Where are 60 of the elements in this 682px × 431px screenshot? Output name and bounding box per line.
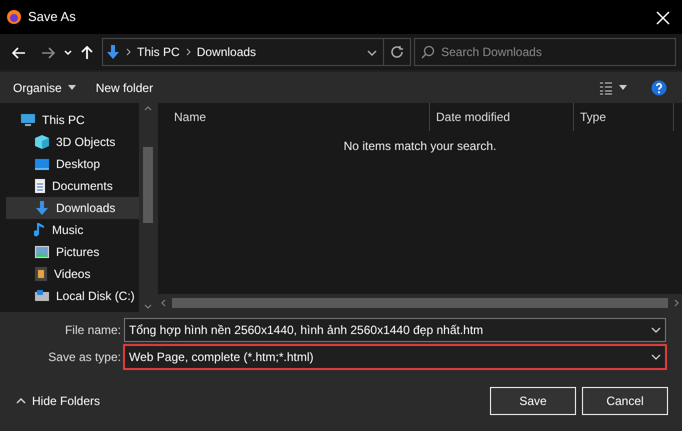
list-view-icon — [599, 80, 613, 94]
refresh-icon[interactable] — [390, 45, 404, 59]
field-label: Save as type: — [47, 349, 122, 366]
chevron-right-icon — [126, 48, 131, 56]
download-arrow-icon — [34, 200, 50, 216]
picture-icon — [34, 245, 50, 259]
dropdown-field[interactable]: Web Page, complete (*.htm;*.html) — [124, 345, 666, 369]
chevron-down-icon[interactable] — [367, 50, 378, 56]
chevron-down-icon — [64, 50, 72, 56]
dialog-button[interactable]: Save — [490, 387, 576, 415]
scroll-left-icon — [161, 299, 166, 307]
sidebar-item[interactable]: 3D Objects — [6, 131, 139, 153]
search-field[interactable]: Search Downloads — [414, 38, 676, 66]
search-icon — [421, 45, 436, 59]
close-icon — [656, 11, 670, 26]
chevron-down-icon — [651, 327, 661, 333]
sidebar-item[interactable]: This PC — [6, 109, 139, 131]
scroll-down-icon — [144, 304, 152, 309]
empty-message: No items match your search. — [344, 139, 496, 153]
dropdown-field[interactable]: Tổng hợp hình nền 2560x1440, hình ảnh 2560x1440 đẹp nhất.htm — [124, 318, 666, 342]
browser-logo-icon — [6, 9, 22, 25]
chevron-up-icon — [16, 398, 26, 404]
cube-icon — [34, 134, 50, 150]
column-header[interactable]: Date modified — [430, 103, 574, 131]
help-icon — [651, 80, 667, 96]
caret-icon — [68, 85, 76, 90]
scroll-up-icon — [144, 106, 152, 111]
scroll-right-icon — [674, 299, 679, 307]
sidebar-item[interactable]: Documents — [6, 175, 139, 197]
sidebar-item[interactable]: Videos — [6, 263, 139, 285]
caret-icon — [619, 85, 627, 90]
hide-folders-button[interactable]: Hide Folders — [6, 392, 110, 410]
window-title: Save As — [28, 8, 76, 26]
column-header[interactable]: Name — [168, 103, 430, 131]
download-arrow-icon — [106, 44, 120, 60]
scrollbar-thumb[interactable] — [143, 147, 153, 223]
dialog-button[interactable]: Cancel — [582, 387, 668, 415]
document-icon — [34, 178, 46, 194]
up-arrow-icon — [81, 46, 93, 60]
address-bar[interactable]: This PC Downloads — [102, 38, 412, 66]
computer-icon — [20, 113, 36, 127]
breadcrumb[interactable]: Downloads — [196, 43, 256, 61]
breadcrumb[interactable]: This PC — [137, 43, 180, 61]
music-note-icon — [34, 222, 46, 238]
sidebar-item[interactable]: Downloads — [6, 197, 139, 219]
monitor-icon — [34, 157, 50, 171]
column-header[interactable]: Type — [574, 103, 674, 131]
toolbar-button[interactable]: Organise — [3, 78, 86, 96]
chevron-down-icon — [651, 354, 661, 360]
back-arrow-icon — [12, 46, 26, 59]
chevron-right-icon — [186, 48, 191, 56]
drive-icon — [34, 289, 50, 303]
forward-arrow-icon — [41, 46, 55, 59]
sidebar-item[interactable]: Music — [6, 219, 139, 241]
film-icon — [34, 266, 48, 282]
sidebar-item[interactable]: Desktop — [6, 153, 139, 175]
field-label: File name: — [64, 322, 122, 339]
sidebar-item[interactable]: Local Disk (C:) — [6, 285, 139, 307]
sidebar-item[interactable]: Pictures — [6, 241, 139, 263]
toolbar-button[interactable]: New folder — [86, 78, 164, 96]
